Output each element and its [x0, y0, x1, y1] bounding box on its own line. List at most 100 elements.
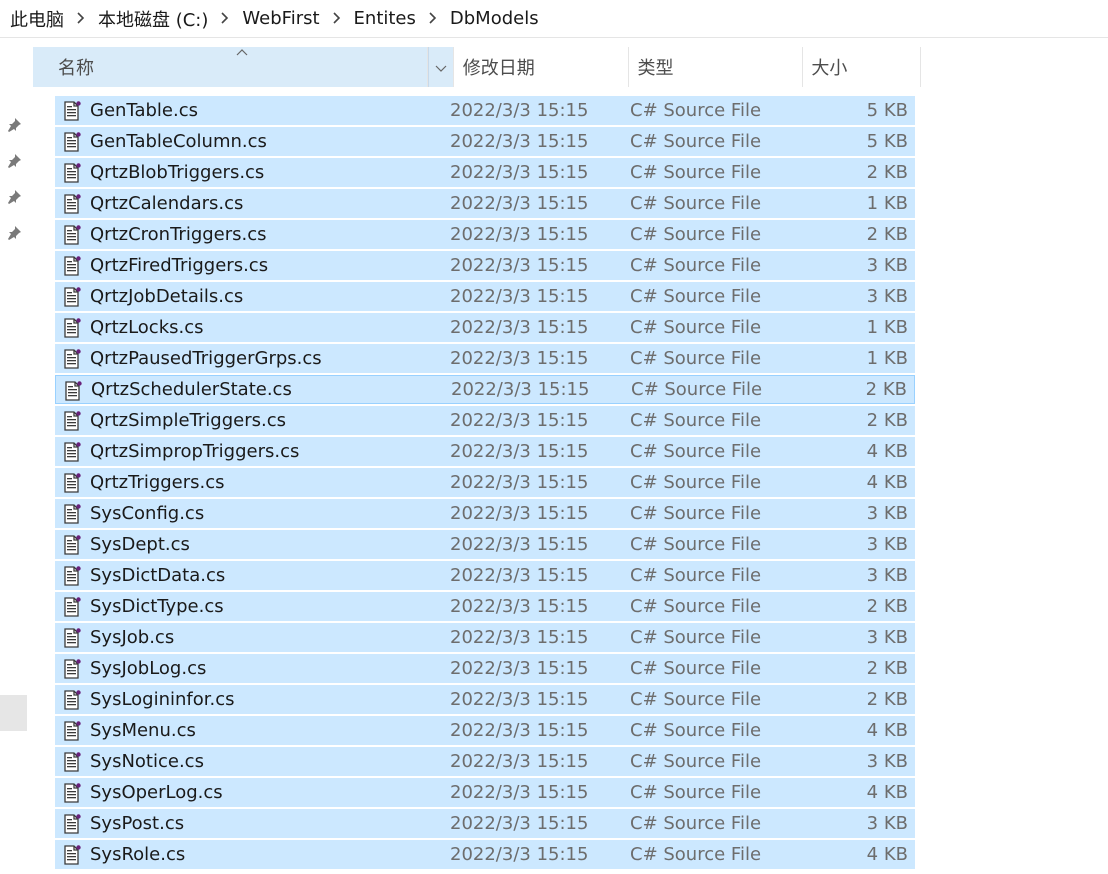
file-row[interactable]: QrtzJobDetails.cs 2022/3/3 15:15 C# Source… — [55, 282, 915, 311]
file-row[interactable]: QrtzPausedTriggerGrps.cs 2022/3/3 15:15 C#… — [55, 344, 915, 373]
file-size: 3 KB — [866, 503, 908, 524]
file-size: 3 KB — [866, 813, 908, 834]
pin-icon[interactable] — [5, 188, 23, 206]
csharp-file-icon — [62, 473, 82, 493]
file-type: C# Source File — [630, 224, 762, 245]
file-row[interactable]: SysLogininfor.cs 2022/3/3 15:15 C# Source … — [55, 685, 915, 714]
file-name: QrtzSchedulerState.cs — [91, 379, 292, 400]
csharp-file-icon — [62, 628, 82, 648]
file-type: C# Source File — [630, 813, 762, 834]
file-list: GenTable.cs 2022/3/3 15:15 C# Source File 5… — [55, 96, 915, 871]
file-row[interactable]: QrtzBlobTriggers.cs 2022/3/3 15:15 C# Sour… — [55, 158, 915, 187]
file-size: 1 KB — [866, 317, 908, 338]
file-name: QrtzPausedTriggerGrps.cs — [90, 348, 322, 369]
file-row[interactable]: SysRole.cs 2022/3/3 15:15 C# Source File 4 … — [55, 840, 915, 869]
pin-icon[interactable] — [5, 116, 23, 134]
file-row[interactable]: SysPost.cs 2022/3/3 15:15 C# Source File 3 … — [55, 809, 915, 838]
file-name: GenTable.cs — [90, 100, 198, 121]
file-row[interactable]: QrtzCalendars.cs 2022/3/3 15:15 C# Source … — [55, 189, 915, 218]
breadcrumb-item[interactable]: 此电脑 — [6, 6, 68, 32]
breadcrumb-item[interactable]: WebFirst — [238, 8, 323, 29]
file-size: 2 KB — [866, 162, 908, 183]
column-header-type[interactable]: 类型 — [629, 47, 804, 87]
file-type: C# Source File — [630, 441, 762, 462]
file-row[interactable]: QrtzSimpropTriggers.cs 2022/3/3 15:15 C# S… — [55, 437, 915, 466]
chevron-right-icon[interactable] — [324, 10, 350, 28]
file-row[interactable]: SysDictType.cs 2022/3/3 15:15 C# Source Fi… — [55, 592, 915, 621]
file-type: C# Source File — [630, 596, 762, 617]
column-header-date-label: 修改日期 — [462, 58, 535, 79]
file-row[interactable]: QrtzLocks.cs 2022/3/3 15:15 C# Source File… — [55, 313, 915, 342]
file-size: 5 KB — [866, 100, 908, 121]
file-modified-date: 2022/3/3 15:15 — [450, 627, 589, 648]
breadcrumb[interactable]: 此电脑 本地磁盘 (C:) WebFirst Entites DbModels — [0, 0, 1108, 38]
file-type: C# Source File — [630, 193, 762, 214]
csharp-file-icon — [62, 566, 82, 586]
file-name: SysDept.cs — [90, 534, 190, 555]
file-size: 4 KB — [866, 782, 908, 803]
file-row[interactable]: SysMenu.cs 2022/3/3 15:15 C# Source File 4 … — [55, 716, 915, 745]
column-header-size-label: 大小 — [811, 58, 848, 79]
breadcrumb-item[interactable]: Entites — [350, 8, 420, 29]
file-type: C# Source File — [630, 100, 762, 121]
file-modified-date: 2022/3/3 15:15 — [450, 441, 589, 462]
breadcrumb-item[interactable]: DbModels — [446, 8, 543, 29]
file-modified-date: 2022/3/3 15:15 — [450, 689, 589, 710]
csharp-file-icon — [62, 411, 82, 431]
chevron-right-icon[interactable] — [212, 10, 238, 28]
file-size: 2 KB — [866, 410, 908, 431]
csharp-file-icon — [62, 101, 82, 121]
file-row[interactable]: SysDictData.cs 2022/3/3 15:15 C# Source Fi… — [55, 561, 915, 590]
file-modified-date: 2022/3/3 15:15 — [450, 286, 589, 307]
file-name: SysDictType.cs — [90, 596, 224, 617]
file-modified-date: 2022/3/3 15:15 — [450, 813, 589, 834]
file-row[interactable]: SysJob.cs 2022/3/3 15:15 C# Source File 3 K… — [55, 623, 915, 652]
file-modified-date: 2022/3/3 15:15 — [450, 193, 589, 214]
file-size: 2 KB — [866, 689, 908, 710]
column-header-size[interactable]: 大小 — [803, 47, 921, 87]
file-size: 2 KB — [865, 379, 907, 400]
file-row[interactable]: SysDept.cs 2022/3/3 15:15 C# Source File 3 … — [55, 530, 915, 559]
file-row[interactable]: GenTableColumn.cs 2022/3/3 15:15 C# Source… — [55, 127, 915, 156]
chevron-right-icon[interactable] — [68, 10, 94, 28]
file-type: C# Source File — [630, 751, 762, 772]
file-modified-date: 2022/3/3 15:15 — [450, 596, 589, 617]
file-type: C# Source File — [631, 379, 763, 400]
file-name: SysConfig.cs — [90, 503, 205, 524]
file-type: C# Source File — [630, 689, 762, 710]
pin-icon[interactable] — [5, 224, 23, 242]
navigation-pane — [0, 38, 30, 874]
nav-scrollbar-thumb[interactable] — [0, 695, 27, 731]
pin-icon[interactable] — [5, 152, 23, 170]
breadcrumb-item[interactable]: 本地磁盘 (C:) — [94, 6, 212, 32]
file-modified-date: 2022/3/3 15:15 — [450, 162, 589, 183]
chevron-right-icon[interactable] — [420, 10, 446, 28]
file-type: C# Source File — [630, 255, 762, 276]
file-name: QrtzSimpropTriggers.cs — [90, 441, 300, 462]
file-modified-date: 2022/3/3 15:15 — [450, 131, 589, 152]
file-row[interactable]: SysNotice.cs 2022/3/3 15:15 C# Source File… — [55, 747, 915, 776]
file-modified-date: 2022/3/3 15:15 — [450, 255, 589, 276]
file-name: SysLogininfor.cs — [90, 689, 235, 710]
csharp-file-icon — [62, 256, 82, 276]
file-modified-date: 2022/3/3 15:15 — [450, 658, 589, 679]
file-row[interactable]: SysOperLog.cs 2022/3/3 15:15 C# Source Fil… — [55, 778, 915, 807]
file-type: C# Source File — [630, 782, 762, 803]
file-row[interactable]: QrtzSimpleTriggers.cs 2022/3/3 15:15 C# So… — [55, 406, 915, 435]
file-name: SysJob.cs — [90, 627, 175, 648]
column-header-date[interactable]: 修改日期 — [454, 47, 629, 87]
file-row[interactable]: SysConfig.cs 2022/3/3 15:15 C# Source File… — [55, 499, 915, 528]
file-row[interactable]: QrtzSchedulerState.cs 2022/3/3 15:15 C# So… — [55, 375, 915, 404]
file-name: QrtzFiredTriggers.cs — [90, 255, 269, 276]
file-row[interactable]: QrtzTriggers.cs 2022/3/3 15:15 C# Source F… — [55, 468, 915, 497]
file-row[interactable]: GenTable.cs 2022/3/3 15:15 C# Source File 5… — [55, 96, 915, 125]
file-row[interactable]: QrtzCronTriggers.cs 2022/3/3 15:15 C# Sour… — [55, 220, 915, 249]
file-row[interactable]: SysJobLog.cs 2022/3/3 15:15 C# Source File… — [55, 654, 915, 683]
file-name: QrtzTriggers.cs — [90, 472, 225, 493]
file-size: 2 KB — [866, 596, 908, 617]
file-row[interactable]: QrtzFiredTriggers.cs 2022/3/3 15:15 C# Sou… — [55, 251, 915, 280]
file-modified-date: 2022/3/3 15:15 — [450, 317, 589, 338]
column-header-name[interactable]: 名称 — [33, 47, 429, 87]
csharp-file-icon — [62, 163, 82, 183]
column-filter-dropdown[interactable] — [428, 47, 454, 87]
